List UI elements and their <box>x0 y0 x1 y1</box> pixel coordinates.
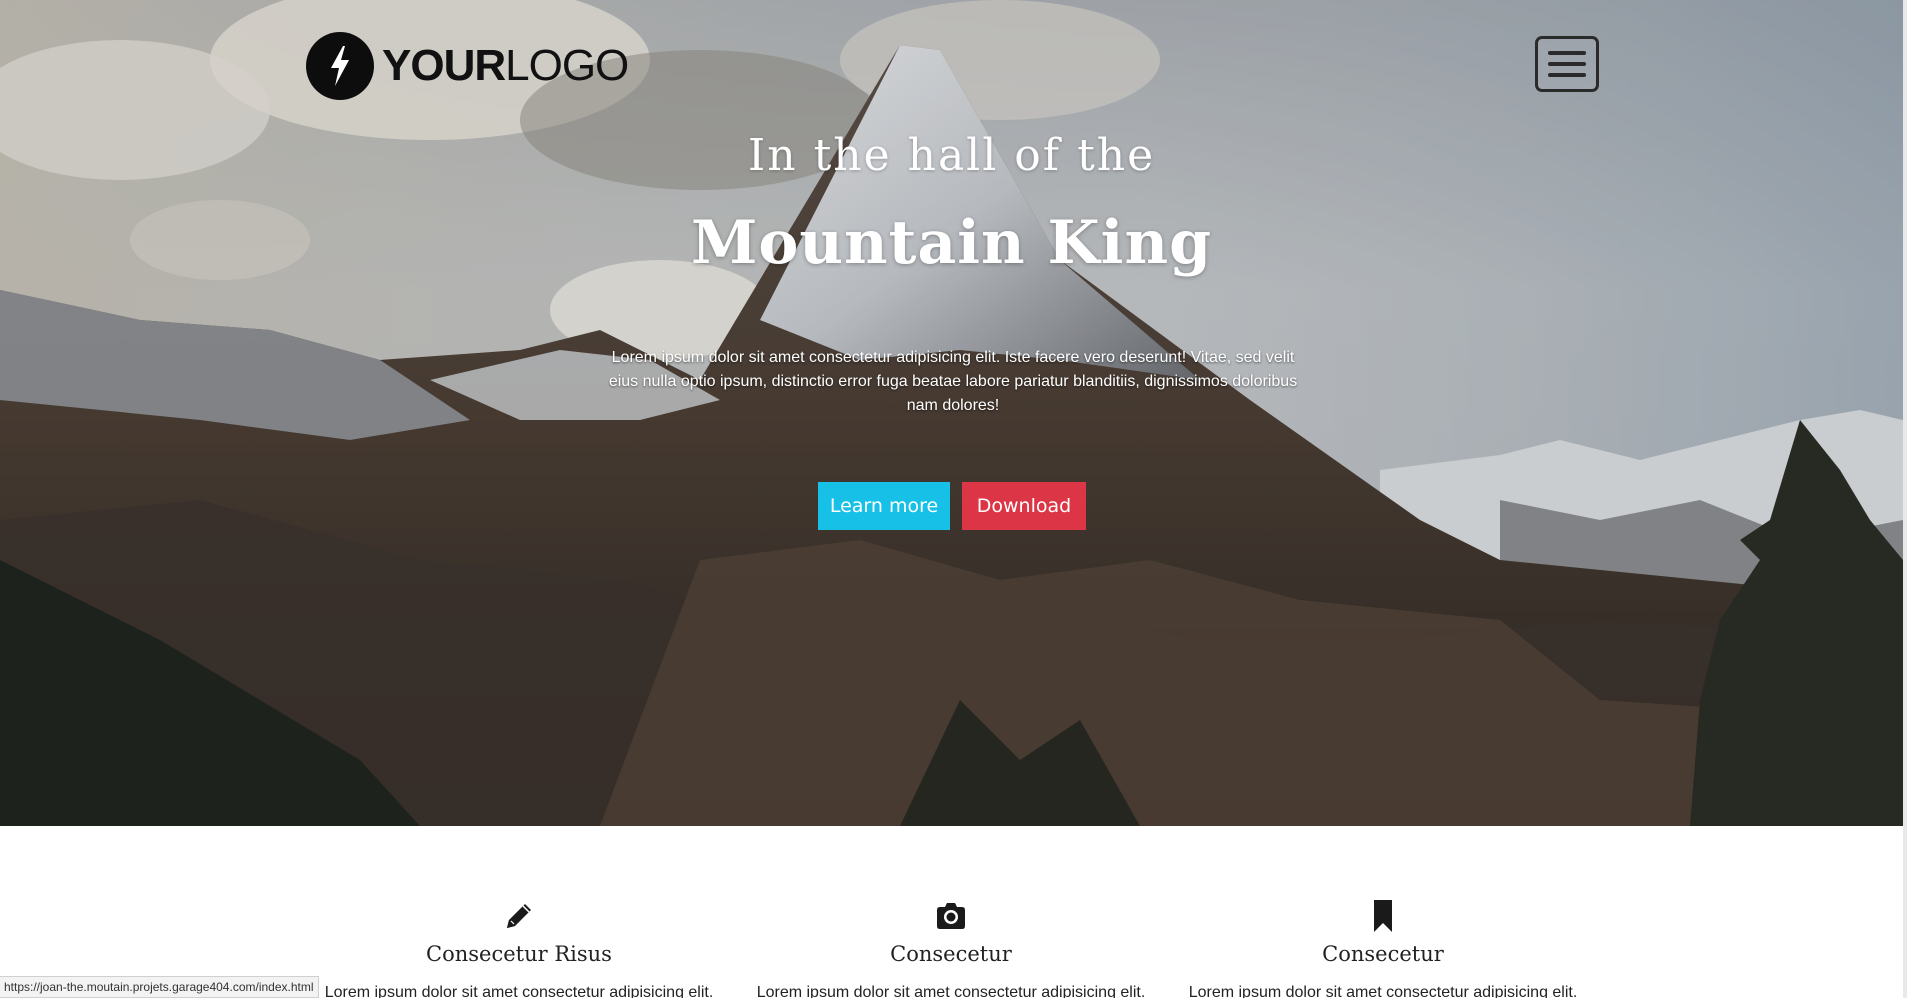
logo-text-light: LOGO <box>505 41 629 90</box>
window-scrollbar[interactable] <box>1903 0 1907 998</box>
site-logo[interactable]: YOURLOGO <box>306 32 629 100</box>
pencil-icon <box>507 904 531 928</box>
feature-title: Consecetur Risus <box>426 942 612 966</box>
camera-icon <box>937 903 965 929</box>
hamburger-menu-icon-bar <box>1548 62 1586 66</box>
feature-title: Consecetur <box>1322 942 1444 966</box>
feature-card: Consecetur Lorem ipsum dolor sit amet co… <box>1183 898 1583 998</box>
hamburger-menu-button[interactable] <box>1535 36 1599 92</box>
download-button[interactable]: Download <box>962 482 1086 530</box>
features-section: Consecetur Risus Lorem ipsum dolor sit a… <box>0 826 1903 998</box>
lightning-bolt-icon <box>306 32 374 100</box>
page: YOURLOGO In the hall of the Mountain Kin… <box>0 0 1907 998</box>
bookmark-icon <box>1374 900 1392 932</box>
hamburger-menu-icon-bar <box>1548 73 1586 77</box>
hero-subtitle: In the hall of the <box>747 130 1156 181</box>
hero-title: Mountain King <box>690 208 1213 278</box>
feature-text: Lorem ipsum dolor sit amet consectetur a… <box>1188 984 1578 998</box>
feature-text: Lorem ipsum dolor sit amet consectetur a… <box>324 984 714 998</box>
feature-text: Lorem ipsum dolor sit amet consectetur a… <box>756 984 1146 998</box>
logo-text-bold: YOUR <box>382 41 506 90</box>
feature-card: Consecetur Risus Lorem ipsum dolor sit a… <box>319 898 719 998</box>
status-bar-url: https://joan-the.moutain.projets.garage4… <box>0 976 319 998</box>
hero-section: YOURLOGO In the hall of the Mountain Kin… <box>0 0 1903 826</box>
learn-more-button[interactable]: Learn more <box>818 482 950 530</box>
hero-description: Lorem ipsum dolor sit amet consectetur a… <box>608 349 1298 414</box>
logo-text: YOURLOGO <box>382 41 629 90</box>
feature-card: Consecetur Lorem ipsum dolor sit amet co… <box>751 898 1151 998</box>
feature-title: Consecetur <box>890 942 1012 966</box>
hamburger-menu-icon <box>1548 51 1586 55</box>
